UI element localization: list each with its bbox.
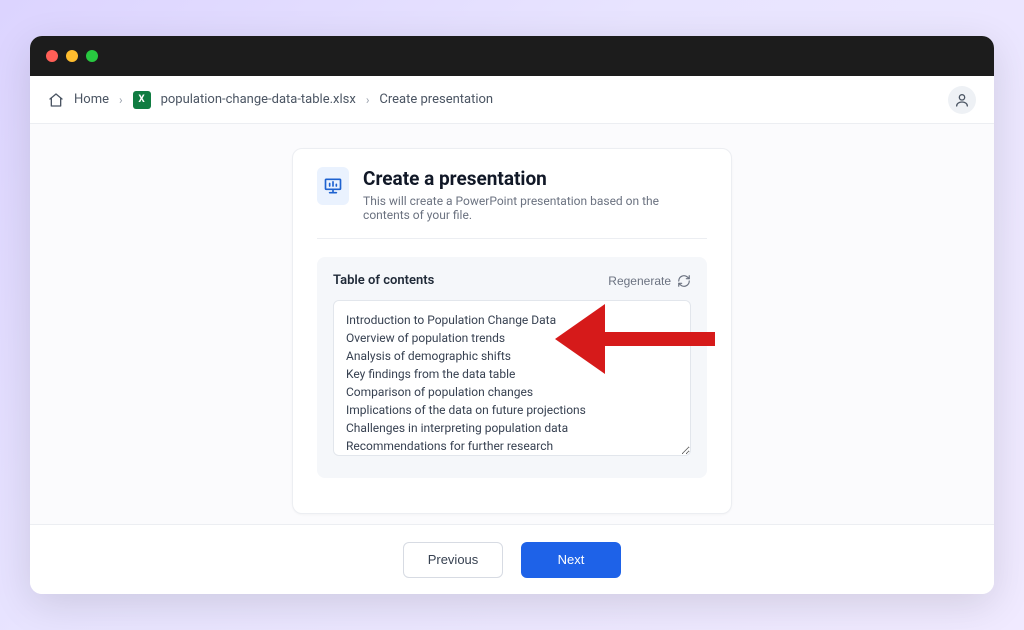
chevron-right-icon: ›	[366, 93, 370, 107]
footer: Previous Next	[30, 524, 994, 594]
home-icon	[48, 92, 64, 108]
breadcrumb-file[interactable]: population-change-data-table.xlsx	[161, 92, 356, 107]
excel-file-icon: X	[133, 91, 151, 109]
user-avatar[interactable]	[948, 86, 976, 114]
app-window: Home › X population-change-data-table.xl…	[30, 36, 994, 594]
next-button[interactable]: Next	[521, 542, 621, 578]
chevron-right-icon: ›	[119, 93, 123, 107]
breadcrumb: Home › X population-change-data-table.xl…	[30, 76, 994, 124]
card-title: Create a presentation	[363, 167, 707, 190]
regenerate-label: Regenerate	[608, 274, 671, 288]
titlebar	[30, 36, 994, 76]
create-presentation-card: Create a presentation This will create a…	[292, 148, 732, 514]
breadcrumb-home[interactable]: Home	[74, 92, 109, 107]
previous-button[interactable]: Previous	[403, 542, 503, 578]
refresh-icon	[677, 274, 691, 288]
toc-label: Table of contents	[333, 273, 434, 288]
regenerate-button[interactable]: Regenerate	[608, 274, 691, 288]
window-zoom-dot[interactable]	[86, 50, 98, 62]
toc-panel: Table of contents Regenerate	[317, 257, 707, 478]
content-area: Create a presentation This will create a…	[30, 124, 994, 524]
toc-textarea[interactable]	[333, 300, 691, 456]
window-minimize-dot[interactable]	[66, 50, 78, 62]
divider	[317, 238, 707, 239]
card-header: Create a presentation This will create a…	[317, 167, 707, 238]
breadcrumb-current: Create presentation	[379, 92, 493, 107]
presentation-icon	[317, 167, 349, 205]
window-close-dot[interactable]	[46, 50, 58, 62]
card-subtitle: This will create a PowerPoint presentati…	[363, 194, 707, 222]
